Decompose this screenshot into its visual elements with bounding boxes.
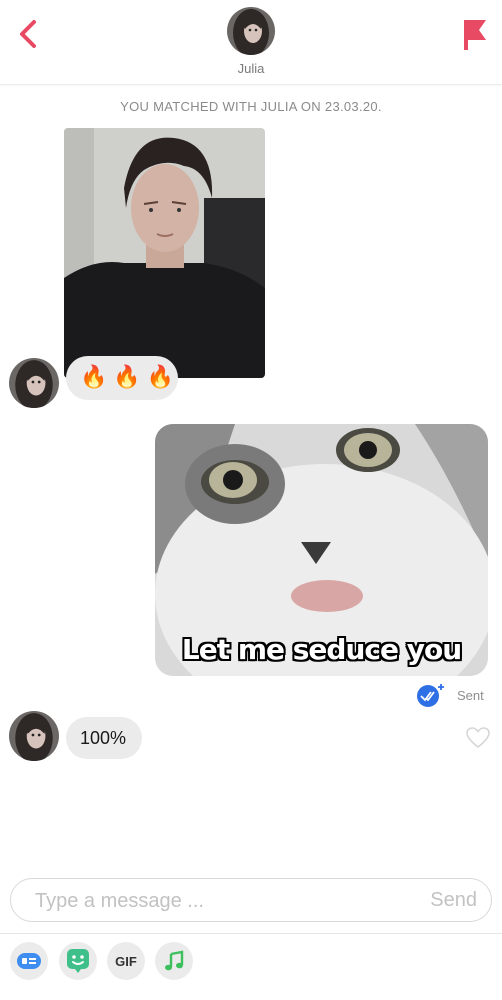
sent-gif[interactable]: Let me seduce you	[155, 424, 488, 676]
contact-avatar[interactable]	[227, 7, 275, 55]
chevron-left-icon	[20, 20, 36, 48]
chat-header: Julia	[0, 0, 502, 85]
music-button[interactable]	[155, 942, 193, 980]
sticker-card-button[interactable]	[10, 942, 48, 980]
message-composer: Send	[10, 878, 492, 923]
match-notice: YOU MATCHED WITH JULIA ON 23.03.20.	[120, 99, 382, 114]
message-input[interactable]	[33, 879, 417, 923]
bitmoji-button[interactable]	[59, 942, 97, 980]
heart-outline-icon	[466, 727, 490, 749]
sticker-card-icon	[17, 953, 41, 969]
gif-icon: GIF	[115, 953, 137, 969]
contact-avatar-small[interactable]	[9, 711, 59, 761]
message-bubble-received[interactable]: 100%	[66, 717, 142, 759]
bitmoji-icon	[67, 949, 89, 973]
fire-emoji: 🔥	[80, 364, 108, 389]
gif-button[interactable]: GIF	[107, 942, 145, 980]
report-button[interactable]	[455, 14, 495, 54]
flag-icon	[464, 20, 486, 50]
emoji-message: 🔥 🔥 🔥	[80, 364, 174, 389]
received-photo[interactable]	[64, 128, 265, 378]
contact-name: Julia	[237, 61, 265, 76]
music-note-icon	[165, 950, 184, 971]
avatar-image	[9, 711, 59, 761]
contact-avatar-small[interactable]	[9, 358, 59, 408]
message-status: Sent	[415, 682, 495, 708]
gif-caption: Let me seduce you	[181, 633, 462, 666]
sent-label: Sent	[457, 688, 484, 703]
send-button[interactable]: Send	[430, 889, 477, 912]
message-bubble-received[interactable]: 🔥 🔥 🔥	[66, 356, 178, 400]
avatar-image	[9, 358, 59, 408]
double-check-icon	[417, 684, 444, 707]
fire-emoji: 🔥	[113, 364, 141, 389]
message-text: 100%	[80, 728, 127, 748]
fire-emoji: 🔥	[146, 364, 175, 389]
photo-image	[64, 128, 265, 378]
avatar-image	[227, 7, 275, 55]
toolbar-divider	[0, 933, 502, 934]
like-message-button[interactable]	[465, 726, 491, 750]
back-button[interactable]	[10, 14, 46, 54]
